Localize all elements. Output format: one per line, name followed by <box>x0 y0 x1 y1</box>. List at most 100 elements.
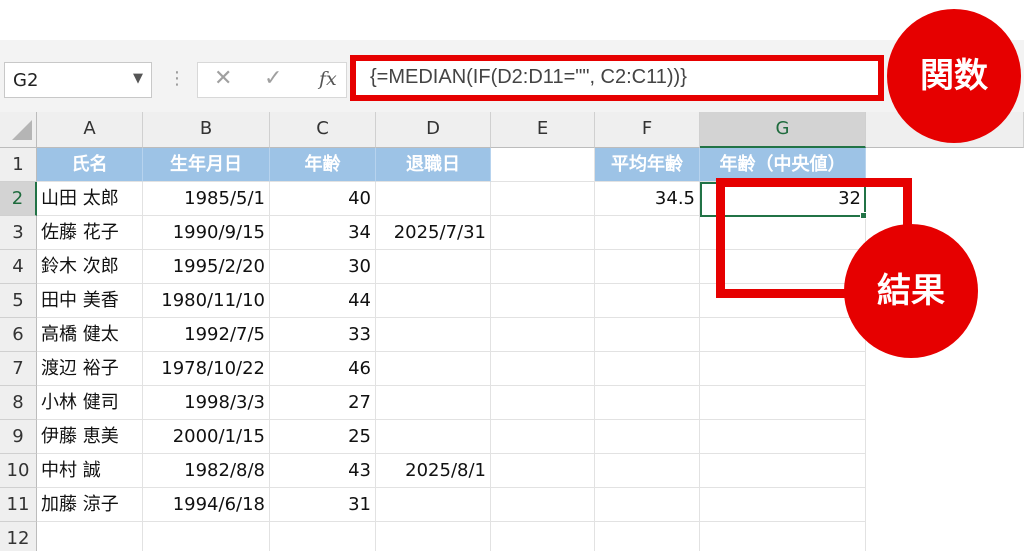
cell-a9[interactable]: 伊藤 恵美 <box>37 420 143 454</box>
insert-function-icon[interactable]: fx <box>319 68 337 90</box>
column-header-f[interactable]: F <box>595 112 700 148</box>
cell-e8[interactable] <box>491 386 595 420</box>
cell-d11[interactable] <box>376 488 491 522</box>
column-header-d[interactable]: D <box>376 112 491 148</box>
cancel-icon[interactable]: ✕ <box>214 66 232 91</box>
cell-g8[interactable] <box>700 386 866 420</box>
cell-c11[interactable]: 31 <box>270 488 376 522</box>
cell-d6[interactable] <box>376 318 491 352</box>
cell-b3[interactable]: 1990/9/15 <box>143 216 270 250</box>
cell-e5[interactable] <box>491 284 595 318</box>
cell-a11[interactable]: 加藤 涼子 <box>37 488 143 522</box>
cell-c12[interactable] <box>270 522 376 551</box>
cell-f10[interactable] <box>595 454 700 488</box>
row-header-10[interactable]: 10 <box>0 454 37 488</box>
row-header-12[interactable]: 12 <box>0 522 37 551</box>
cell-c10[interactable]: 43 <box>270 454 376 488</box>
cell-e6[interactable] <box>491 318 595 352</box>
column-header-e[interactable]: E <box>491 112 595 148</box>
cell-d10[interactable]: 2025/8/1 <box>376 454 491 488</box>
cell-e9[interactable] <box>491 420 595 454</box>
cell-e2[interactable] <box>491 182 595 216</box>
cell-c8[interactable]: 27 <box>270 386 376 420</box>
cell-a3[interactable]: 佐藤 花子 <box>37 216 143 250</box>
cell-b1[interactable]: 生年月日 <box>143 148 270 182</box>
cell-c2[interactable]: 40 <box>270 182 376 216</box>
cell-b7[interactable]: 1978/10/22 <box>143 352 270 386</box>
cell-c1[interactable]: 年齢 <box>270 148 376 182</box>
cell-d12[interactable] <box>376 522 491 551</box>
cell-g10[interactable] <box>700 454 866 488</box>
cell-g1[interactable]: 年齢（中央値） <box>700 148 866 182</box>
cell-f2[interactable]: 34.5 <box>595 182 700 216</box>
cell-c3[interactable]: 34 <box>270 216 376 250</box>
cell-d3[interactable]: 2025/7/31 <box>376 216 491 250</box>
cell-b5[interactable]: 1980/11/10 <box>143 284 270 318</box>
cell-b6[interactable]: 1992/7/5 <box>143 318 270 352</box>
cell-g9[interactable] <box>700 420 866 454</box>
cell-c9[interactable]: 25 <box>270 420 376 454</box>
chevron-down-icon[interactable]: ▼ <box>133 71 143 86</box>
cell-f9[interactable] <box>595 420 700 454</box>
row-header-5[interactable]: 5 <box>0 284 37 318</box>
cell-f12[interactable] <box>595 522 700 551</box>
cell-d2[interactable] <box>376 182 491 216</box>
cell-e10[interactable] <box>491 454 595 488</box>
column-header-c[interactable]: C <box>270 112 376 148</box>
cell-b8[interactable]: 1998/3/3 <box>143 386 270 420</box>
cell-d1[interactable]: 退職日 <box>376 148 491 182</box>
cell-b12[interactable] <box>143 522 270 551</box>
cell-a1[interactable]: 氏名 <box>37 148 143 182</box>
cell-e1[interactable] <box>491 148 595 182</box>
row-header-11[interactable]: 11 <box>0 488 37 522</box>
cell-g7[interactable] <box>700 352 866 386</box>
cell-d9[interactable] <box>376 420 491 454</box>
row-header-6[interactable]: 6 <box>0 318 37 352</box>
cell-b9[interactable]: 2000/1/15 <box>143 420 270 454</box>
cell-e12[interactable] <box>491 522 595 551</box>
cell-b11[interactable]: 1994/6/18 <box>143 488 270 522</box>
cell-b2[interactable]: 1985/5/1 <box>143 182 270 216</box>
cell-g11[interactable] <box>700 488 866 522</box>
cell-c7[interactable]: 46 <box>270 352 376 386</box>
cell-f1[interactable]: 平均年齢 <box>595 148 700 182</box>
cell-e7[interactable] <box>491 352 595 386</box>
cell-f7[interactable] <box>595 352 700 386</box>
cell-b10[interactable]: 1982/8/8 <box>143 454 270 488</box>
cell-d4[interactable] <box>376 250 491 284</box>
row-header-1[interactable]: 1 <box>0 148 37 182</box>
cell-a10[interactable]: 中村 誠 <box>37 454 143 488</box>
cell-c5[interactable]: 44 <box>270 284 376 318</box>
row-header-7[interactable]: 7 <box>0 352 37 386</box>
row-header-9[interactable]: 9 <box>0 420 37 454</box>
row-header-4[interactable]: 4 <box>0 250 37 284</box>
cell-e11[interactable] <box>491 488 595 522</box>
cell-f11[interactable] <box>595 488 700 522</box>
row-header-2[interactable]: 2 <box>0 182 37 216</box>
cell-e3[interactable] <box>491 216 595 250</box>
cell-d5[interactable] <box>376 284 491 318</box>
row-header-3[interactable]: 3 <box>0 216 37 250</box>
cell-b4[interactable]: 1995/2/20 <box>143 250 270 284</box>
cell-d8[interactable] <box>376 386 491 420</box>
select-all-corner[interactable] <box>0 112 37 148</box>
formula-input[interactable]: {=MEDIAN(IF(D2:D11="", C2:C11))} <box>350 55 884 101</box>
cell-f8[interactable] <box>595 386 700 420</box>
enter-check-icon[interactable]: ✓ <box>264 66 282 91</box>
row-header-8[interactable]: 8 <box>0 386 37 420</box>
cell-a8[interactable]: 小林 健司 <box>37 386 143 420</box>
cell-g12[interactable] <box>700 522 866 551</box>
cell-a4[interactable]: 鈴木 次郎 <box>37 250 143 284</box>
cell-a7[interactable]: 渡辺 裕子 <box>37 352 143 386</box>
name-box[interactable]: G2 ▼ <box>4 62 152 98</box>
cell-a5[interactable]: 田中 美香 <box>37 284 143 318</box>
cell-c6[interactable]: 33 <box>270 318 376 352</box>
cell-g6[interactable] <box>700 318 866 352</box>
cell-f4[interactable] <box>595 250 700 284</box>
cell-f3[interactable] <box>595 216 700 250</box>
cell-d7[interactable] <box>376 352 491 386</box>
cell-f6[interactable] <box>595 318 700 352</box>
cell-a2[interactable]: 山田 太郎 <box>37 182 143 216</box>
cell-c4[interactable]: 30 <box>270 250 376 284</box>
column-header-g[interactable]: G <box>700 112 866 148</box>
